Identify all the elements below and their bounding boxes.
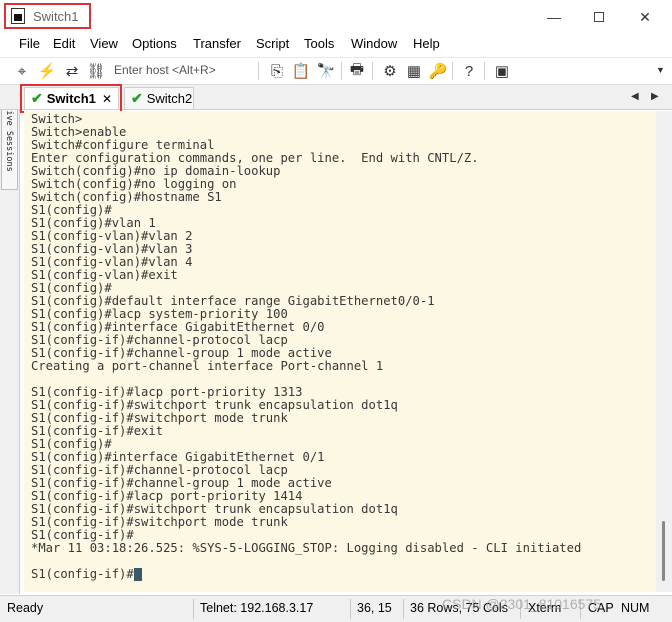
- status-separator: [193, 599, 194, 619]
- terminal-cursor: [133, 568, 142, 581]
- disconnect-icon[interactable]: ⛓: [86, 61, 106, 81]
- menu-file[interactable]: File: [19, 36, 40, 51]
- terminal-line: S1(config-if)#: [31, 568, 142, 581]
- status-separator: [350, 599, 351, 619]
- scrollbar-thumb[interactable]: [662, 521, 665, 581]
- help-icon[interactable]: ?: [459, 61, 479, 81]
- status-cursor-position: 36, 15: [357, 601, 392, 615]
- keymap-icon[interactable]: 🔑: [428, 61, 448, 81]
- menu-options[interactable]: Options: [132, 36, 177, 51]
- menu-transfer[interactable]: Transfer: [193, 36, 241, 51]
- status-bar: Ready Telnet: 192.168.3.17 36, 15 36 Row…: [0, 595, 672, 622]
- maximize-button[interactable]: [585, 6, 613, 28]
- tab-label: Switch2: [146, 91, 193, 106]
- menu-tools[interactable]: Tools: [304, 36, 334, 51]
- terminal-line: *Mar 11 03:18:26.525: %SYS-5-LOGGING_STO…: [31, 541, 582, 555]
- watermark: CSDN @2301_81016575: [442, 596, 601, 612]
- status-separator: [403, 599, 404, 619]
- find-icon[interactable]: 🔭: [316, 61, 336, 81]
- close-button[interactable]: ✕: [631, 6, 659, 28]
- settings-icon[interactable]: ⚙: [380, 61, 400, 81]
- tab-scroll-right-icon[interactable]: ▶: [651, 91, 659, 102]
- title-bar: Switch1 — ✕: [0, 0, 672, 34]
- toolbar-separator: [258, 62, 259, 80]
- reconnect-icon[interactable]: ⇄: [62, 61, 82, 81]
- tab-scroll-left-icon[interactable]: ◀: [631, 91, 639, 102]
- connect-icon[interactable]: ⌖: [12, 61, 32, 81]
- connected-check-icon: ✔: [131, 90, 143, 106]
- status-num: NUM: [621, 601, 650, 615]
- terminal-output[interactable]: Switch> Switch>enable Switch#configure ter…: [24, 111, 656, 592]
- toolbar-separator: [341, 62, 342, 80]
- menu-script[interactable]: Script: [256, 36, 289, 51]
- minimize-button[interactable]: —: [540, 6, 568, 28]
- vertical-scrollbar[interactable]: [656, 111, 672, 592]
- copy-icon[interactable]: ⎘: [267, 61, 287, 81]
- maximize-icon: [594, 12, 604, 22]
- menu-view[interactable]: View: [90, 36, 118, 51]
- menu-window[interactable]: Window: [351, 36, 397, 51]
- terminal-line: Creating a port-channel interface Port-c…: [31, 359, 384, 373]
- global-options-icon[interactable]: ▦: [404, 61, 424, 81]
- toolbar: ⌖ ⚡ ⇄ ⛓ ⎘ 📋 🔭 🖶 ⚙ ▦ 🔑 ? ▣ ▼: [0, 57, 672, 83]
- toolbar-separator: [484, 62, 485, 80]
- paste-icon[interactable]: 📋: [291, 61, 311, 81]
- status-ready: Ready: [7, 601, 44, 615]
- tab-switch2[interactable]: ✔ Switch2: [124, 87, 194, 109]
- toolbar-separator: [372, 62, 373, 80]
- toolbar-overflow-icon[interactable]: ▼: [656, 65, 665, 75]
- menu-bar: File Edit View Options Transfer Script T…: [0, 34, 672, 56]
- active-sessions-panel: Active Sessions: [0, 84, 20, 594]
- menu-help[interactable]: Help: [413, 36, 440, 51]
- status-connection: Telnet: 192.168.3.17: [200, 601, 314, 615]
- host-input[interactable]: [112, 60, 254, 80]
- title-highlight-box: [4, 3, 91, 29]
- screenshot-icon[interactable]: ▣: [492, 61, 512, 81]
- print-icon[interactable]: 🖶: [347, 61, 367, 81]
- menu-edit[interactable]: Edit: [53, 36, 75, 51]
- quick-connect-icon[interactable]: ⚡: [37, 61, 57, 81]
- toolbar-separator: [452, 62, 453, 80]
- tab-highlight-box: [20, 84, 122, 113]
